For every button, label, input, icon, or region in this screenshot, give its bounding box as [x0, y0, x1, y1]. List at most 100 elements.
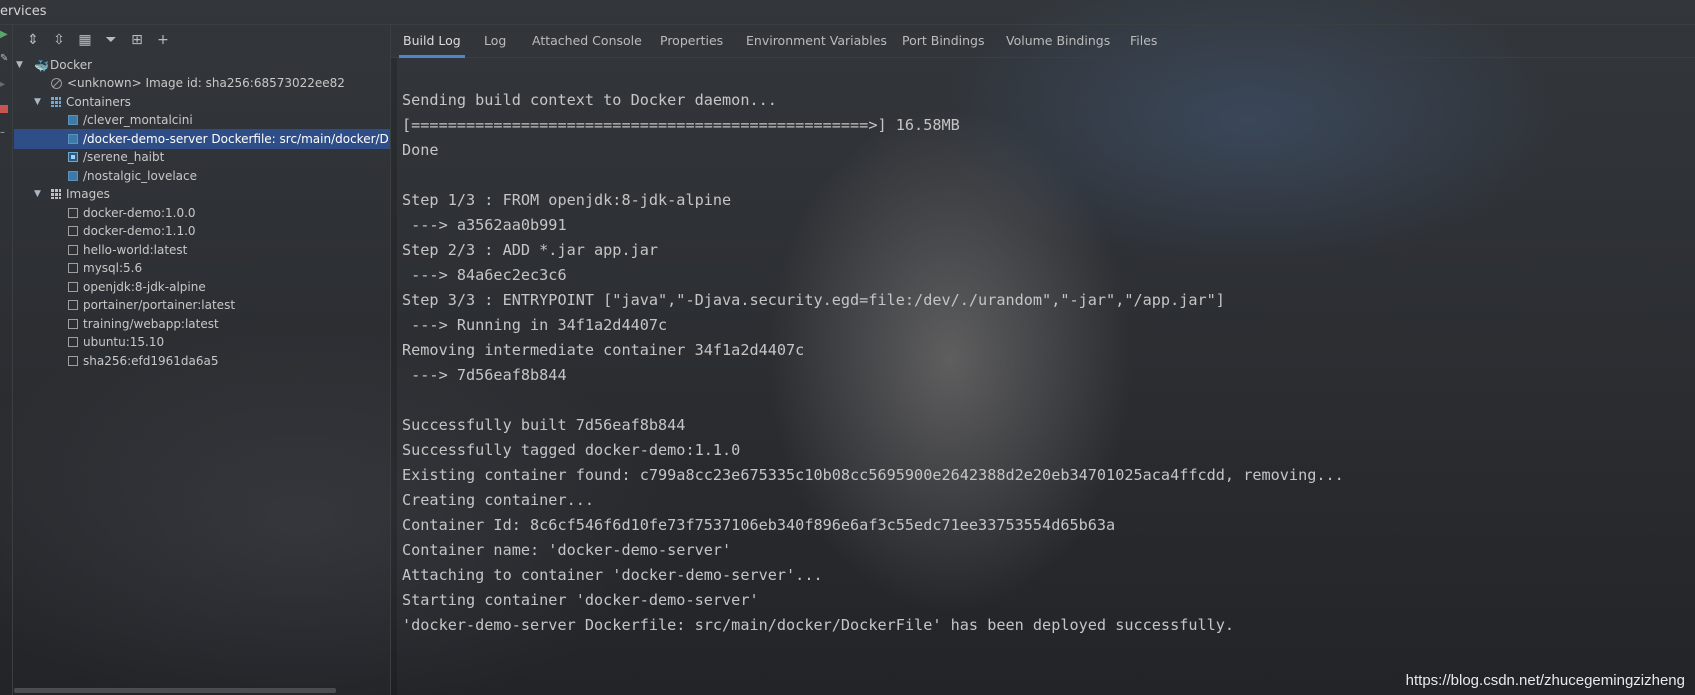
expand-arrow-icon[interactable]: ▼	[34, 92, 41, 112]
log-line: [=======================================…	[402, 116, 960, 134]
log-line: Container Id: 8c6cf546f6d10fe73f7537106e…	[402, 516, 1116, 534]
container-label: /serene_haibt	[83, 150, 165, 164]
image-label: openjdk:8-jdk-alpine	[83, 280, 206, 294]
tab-attached-console[interactable]: Attached Console	[532, 25, 642, 57]
tree-item-image[interactable]: hello-world:latest	[14, 240, 390, 260]
container-icon	[68, 171, 78, 181]
watermark-url: https://blog.csdn.net/zhucegemingzizheng	[1405, 672, 1685, 689]
log-line: Removing intermediate container 34f1a2d4…	[402, 341, 805, 359]
tree-item-image[interactable]: ubuntu:15.10	[14, 332, 390, 352]
title-bar: ervices	[0, 0, 1695, 25]
log-line: Creating container...	[402, 491, 595, 509]
image-label: hello-world:latest	[83, 243, 188, 257]
running-container-icon	[68, 152, 78, 162]
tree-item-container[interactable]: /clever_montalcini	[14, 110, 390, 130]
tree-item-container[interactable]: /serene_haibt	[14, 147, 390, 167]
tree-item-image[interactable]: mysql:5.6	[14, 258, 390, 278]
collapse-all-icon[interactable]: ⇳	[48, 29, 70, 51]
container-icon	[68, 115, 78, 125]
tree-item-image[interactable]: docker-demo:1.1.0	[14, 221, 390, 241]
log-line: Step 2/3 : ADD *.jar app.jar	[402, 241, 659, 259]
image-label: training/webapp:latest	[83, 317, 219, 331]
container-label: /docker-demo-server Dockerfile: src/main…	[83, 132, 389, 146]
tab-properties[interactable]: Properties	[660, 25, 723, 57]
tab-build-log[interactable]: Build Log	[399, 25, 465, 58]
expand-arrow-icon[interactable]: ▼	[34, 184, 41, 204]
tree-node-images[interactable]: ▼ Images	[14, 184, 390, 204]
tab-environment-variables[interactable]: Environment Variables	[746, 25, 887, 57]
left-tool-strip: ▶ ✎ ▸ –	[0, 25, 13, 695]
minus-icon[interactable]: –	[0, 128, 8, 138]
log-line: Existing container found: c799a8cc23e675…	[402, 466, 1344, 484]
stop-icon[interactable]	[0, 105, 8, 113]
tab-files[interactable]: Files	[1130, 25, 1157, 57]
tree-node-unknown-image[interactable]: <unknown> Image id: sha256:68573022ee82	[14, 73, 390, 93]
image-icon	[68, 337, 78, 347]
tree-node-containers[interactable]: ▼ Containers	[14, 92, 390, 112]
image-label: sha256:efd1961da6a5	[83, 354, 219, 368]
image-label: docker-demo:1.0.0	[83, 206, 196, 220]
tree-item-container-selected[interactable]: /docker-demo-server Dockerfile: src/main…	[14, 129, 390, 149]
services-tree: ▼ 🐳 Docker <unknown> Image id: sha256:68…	[14, 55, 390, 695]
edit-icon[interactable]: ✎	[0, 54, 8, 64]
container-label: /nostalgic_lovelace	[83, 169, 198, 183]
expand-arrow-icon[interactable]: ▼	[16, 55, 23, 75]
image-label: portainer/portainer:latest	[83, 298, 236, 312]
tree-item-image[interactable]: training/webapp:latest	[14, 314, 390, 334]
run-icon[interactable]: ▶	[0, 30, 8, 40]
image-icon	[68, 245, 78, 255]
expand-all-icon[interactable]: ⇕	[22, 29, 44, 51]
log-line: Sending build context to Docker daemon..…	[402, 91, 777, 109]
container-icon	[68, 134, 78, 144]
image-icon	[68, 263, 78, 273]
services-toolbar: ⇕ ⇳ ▦ ⏷ ⊞ +	[14, 25, 388, 55]
tree-item-image[interactable]: openjdk:8-jdk-alpine	[14, 277, 390, 297]
tree-label-docker: Docker	[50, 58, 93, 72]
log-line: Container name: 'docker-demo-server'	[402, 541, 732, 559]
container-label: /clever_montalcini	[83, 113, 193, 127]
log-line: 'docker-demo-server Dockerfile: src/main…	[402, 616, 1235, 634]
log-line: Done	[402, 141, 439, 159]
images-icon	[51, 189, 61, 199]
log-line: ---> Running in 34f1a2d4407c	[402, 316, 668, 334]
unknown-icon	[51, 78, 62, 89]
docker-icon: 🐳	[34, 59, 49, 73]
tab-log[interactable]: Log	[484, 25, 506, 57]
log-line: ---> 7d56eaf8b844	[402, 366, 567, 384]
build-log-console[interactable]: Sending build context to Docker daemon..…	[397, 63, 1695, 695]
tree-node-docker[interactable]: ▼ 🐳 Docker	[14, 55, 390, 75]
tree-item-image[interactable]: docker-demo:1.0.0	[14, 203, 390, 223]
image-icon	[68, 300, 78, 310]
image-icon	[68, 319, 78, 329]
tree-item-image[interactable]: portainer/portainer:latest	[14, 295, 390, 315]
log-line: ---> 84a6ec2ec3c6	[402, 266, 567, 284]
tree-item-image[interactable]: sha256:efd1961da6a5	[14, 351, 390, 371]
log-line: Step 1/3 : FROM openjdk:8-jdk-alpine	[402, 191, 732, 209]
tree-item-container[interactable]: /nostalgic_lovelace	[14, 166, 390, 186]
log-line: Starting container 'docker-demo-server'	[402, 591, 759, 609]
tab-volume-bindings[interactable]: Volume Bindings	[1006, 25, 1110, 57]
tab-port-bindings[interactable]: Port Bindings	[902, 25, 985, 57]
details-tabs: Build Log Log Attached Console Propertie…	[391, 25, 1695, 58]
add-icon[interactable]: +	[152, 29, 174, 51]
log-line: Step 3/3 : ENTRYPOINT ["java","-Djava.se…	[402, 291, 1225, 309]
filter-icon[interactable]: ⏷	[100, 29, 122, 51]
containers-icon	[51, 97, 61, 107]
image-label: ubuntu:15.10	[83, 335, 165, 349]
tree-label-unknown: <unknown> Image id: sha256:68573022ee82	[67, 76, 345, 90]
image-icon	[68, 208, 78, 218]
log-line: Successfully tagged docker-demo:1.1.0	[402, 441, 741, 459]
log-line: Attaching to container 'docker-demo-serv…	[402, 566, 823, 584]
tree-label-images: Images	[66, 187, 110, 201]
tree-label-containers: Containers	[66, 95, 131, 109]
image-icon	[68, 282, 78, 292]
window-title: ervices	[0, 4, 47, 19]
rerun-icon[interactable]: ▸	[0, 80, 8, 90]
log-line: ---> a3562aa0b991	[402, 216, 567, 234]
group-icon[interactable]: ▦	[74, 29, 96, 51]
new-window-icon[interactable]: ⊞	[126, 29, 148, 51]
image-label: docker-demo:1.1.0	[83, 224, 196, 238]
image-icon	[68, 356, 78, 366]
log-line: Successfully built 7d56eaf8b844	[402, 416, 686, 434]
tree-horizontal-scrollbar[interactable]	[14, 688, 336, 693]
